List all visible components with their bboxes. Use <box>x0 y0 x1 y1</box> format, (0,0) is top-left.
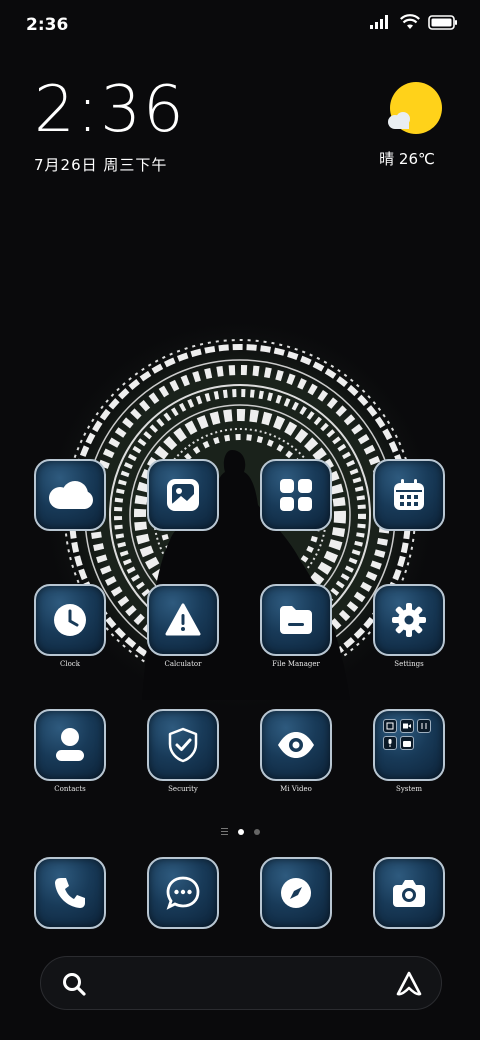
status-icons <box>370 14 458 30</box>
dock-camera[interactable] <box>373 857 445 929</box>
dock-browser[interactable] <box>260 857 332 929</box>
battery-icon <box>428 14 457 30</box>
app-calculator[interactable]: Calculator <box>147 584 219 668</box>
app-clock[interactable]: Clock <box>34 584 106 668</box>
app-apps[interactable] <box>260 459 332 531</box>
search-bar[interactable] <box>40 956 442 1010</box>
sort-icon <box>417 719 431 733</box>
clock-icon <box>54 604 86 636</box>
widget-date: 7月26日 周三下午 <box>34 156 168 174</box>
app-label: File Manager <box>272 660 320 668</box>
page-indicator[interactable] <box>0 828 480 835</box>
cloud-icon <box>388 112 410 129</box>
mic-icon <box>383 736 397 750</box>
cloud-icon <box>49 481 93 509</box>
clock-widget[interactable]: 2:36 7月26日 周三下午 <box>34 78 186 175</box>
wifi-icon <box>400 14 420 29</box>
assistant-icon[interactable] <box>395 970 423 998</box>
status-time: 2:36 <box>26 15 69 35</box>
phone-icon <box>55 878 85 908</box>
app-label: Contacts <box>54 785 86 793</box>
page-dot-active[interactable] <box>237 828 244 835</box>
app-security[interactable]: Security <box>147 709 219 793</box>
app-contacts[interactable]: Contacts <box>34 709 106 793</box>
app-label: Calculator <box>164 660 202 668</box>
eye-icon <box>278 732 314 758</box>
weather-widget[interactable]: 晴 26℃ <box>379 82 444 169</box>
app-cloud[interactable] <box>34 459 106 531</box>
app-settings[interactable]: Settings <box>373 584 445 668</box>
recorder-icon <box>400 736 414 750</box>
signal-icon <box>370 15 388 29</box>
calendar-icon <box>394 479 424 510</box>
dock-messages[interactable] <box>147 857 219 929</box>
list-view-icon[interactable] <box>220 828 228 835</box>
image-icon <box>167 479 199 511</box>
app-gallery[interactable] <box>147 459 219 531</box>
app-label: Mi Video <box>280 785 312 793</box>
chat-bubble-icon <box>166 876 200 910</box>
folder-grid <box>383 719 433 769</box>
app-mi-video[interactable]: Mi Video <box>260 709 332 793</box>
app-system-folder[interactable]: System <box>373 709 445 793</box>
camera-icon <box>393 880 425 907</box>
video-icon <box>400 719 414 733</box>
warning-triangle-icon <box>165 603 201 636</box>
search-input[interactable] <box>101 973 385 997</box>
app-file-manager[interactable]: File Manager <box>260 584 332 668</box>
status-bar: 2:36 <box>0 0 480 50</box>
sun-icon <box>388 82 442 134</box>
app-label: System <box>396 785 422 793</box>
compass-icon <box>281 878 311 908</box>
dock-phone[interactable] <box>34 857 106 929</box>
shield-check-icon <box>168 727 198 763</box>
apps-grid-icon <box>280 479 312 511</box>
folder-icon <box>280 606 312 634</box>
app-label: Settings <box>394 660 424 668</box>
search-icon[interactable] <box>61 971 87 997</box>
app-calendar[interactable] <box>373 459 445 531</box>
page-dot[interactable] <box>253 828 260 835</box>
app-label: Security <box>168 785 198 793</box>
widget-time: 2:36 <box>34 73 186 147</box>
scan-icon <box>383 719 397 733</box>
app-label: Clock <box>60 660 80 668</box>
person-icon <box>56 728 84 761</box>
weather-text: 晴 26℃ <box>379 150 435 168</box>
gear-icon <box>392 603 426 637</box>
